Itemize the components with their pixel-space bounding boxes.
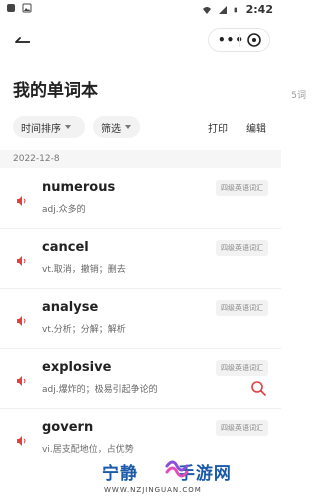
- capsule-divider: [239, 34, 240, 47]
- speaker-icon[interactable]: [16, 315, 28, 327]
- word-meaning: adj.爆炸的；极易引起争论的: [42, 385, 158, 395]
- word-meaning: vt.取消，撤销；删去: [42, 265, 126, 275]
- more-button[interactable]: •••: [218, 33, 244, 47]
- edit-button[interactable]: 编辑: [246, 120, 266, 135]
- word-tag: 四级英语词汇: [216, 180, 268, 196]
- status-bar: 2:42: [0, 0, 281, 18]
- word-tag: 四级英语词汇: [216, 240, 268, 256]
- word-count: 5词: [291, 91, 306, 101]
- status-right: 2:42: [202, 3, 273, 16]
- speaker-icon[interactable]: [16, 435, 28, 447]
- speaker-icon[interactable]: [16, 375, 28, 387]
- status-left: [6, 3, 32, 13]
- word-text: cancel: [42, 240, 89, 255]
- word-tag: 四级英语词汇: [216, 360, 268, 376]
- print-button[interactable]: 打印: [208, 120, 228, 135]
- filter-label: 筛选: [101, 123, 121, 135]
- mini-program-capsule: •••: [208, 28, 270, 52]
- back-arrow-icon[interactable]: [13, 30, 33, 50]
- chevron-down-icon: [125, 125, 131, 129]
- word-list-item[interactable]: analyse vt.分析；分解；解析 四级英语词汇: [0, 288, 281, 349]
- notification-icon: [7, 4, 15, 12]
- wifi-icon: [202, 6, 211, 14]
- sort-dropdown[interactable]: 时间排序: [13, 116, 85, 138]
- battery-icon: [234, 7, 237, 12]
- word-tag: 四级英语词汇: [216, 420, 268, 436]
- filter-dropdown[interactable]: 筛选: [93, 116, 140, 138]
- watermark-url: WWW.NZJINGUAN.COM: [104, 486, 202, 494]
- speaker-icon[interactable]: [16, 255, 28, 267]
- filter-bar: 时间排序 筛选 打印 编辑: [13, 116, 268, 138]
- page-title: 我的单词本: [13, 81, 98, 101]
- word-text: explosive: [42, 360, 112, 375]
- word-list-item[interactable]: explosive adj.爆炸的；极易引起争论的 四级英语词汇: [0, 348, 281, 409]
- word-meaning: vt.分析；分解；解析: [42, 325, 126, 335]
- image-icon: [22, 3, 32, 13]
- search-icon[interactable]: [250, 380, 266, 396]
- date-group-header: 2022-12-8: [0, 150, 281, 168]
- word-list-item[interactable]: cancel vt.取消，撤销；删去 四级英语词汇: [0, 228, 281, 289]
- speaker-icon[interactable]: [16, 195, 28, 207]
- word-text: numerous: [42, 180, 116, 195]
- sort-label: 时间排序: [21, 123, 61, 135]
- close-circle-icon[interactable]: [246, 32, 262, 48]
- status-time: 2:42: [245, 3, 273, 16]
- top-navigation: •••: [0, 28, 281, 52]
- word-tag: 四级英语词汇: [216, 300, 268, 316]
- watermark-main-1: 宁静: [102, 464, 138, 484]
- signal-icon: [218, 5, 227, 14]
- word-text: govern: [42, 420, 94, 435]
- chevron-down-icon: [65, 125, 71, 129]
- word-list-item[interactable]: numerous adj.众多的 四级英语词汇: [0, 168, 281, 229]
- word-text: analyse: [42, 300, 99, 315]
- word-meaning: adj.众多的: [42, 205, 86, 215]
- watermark-logo-icon: [165, 460, 189, 478]
